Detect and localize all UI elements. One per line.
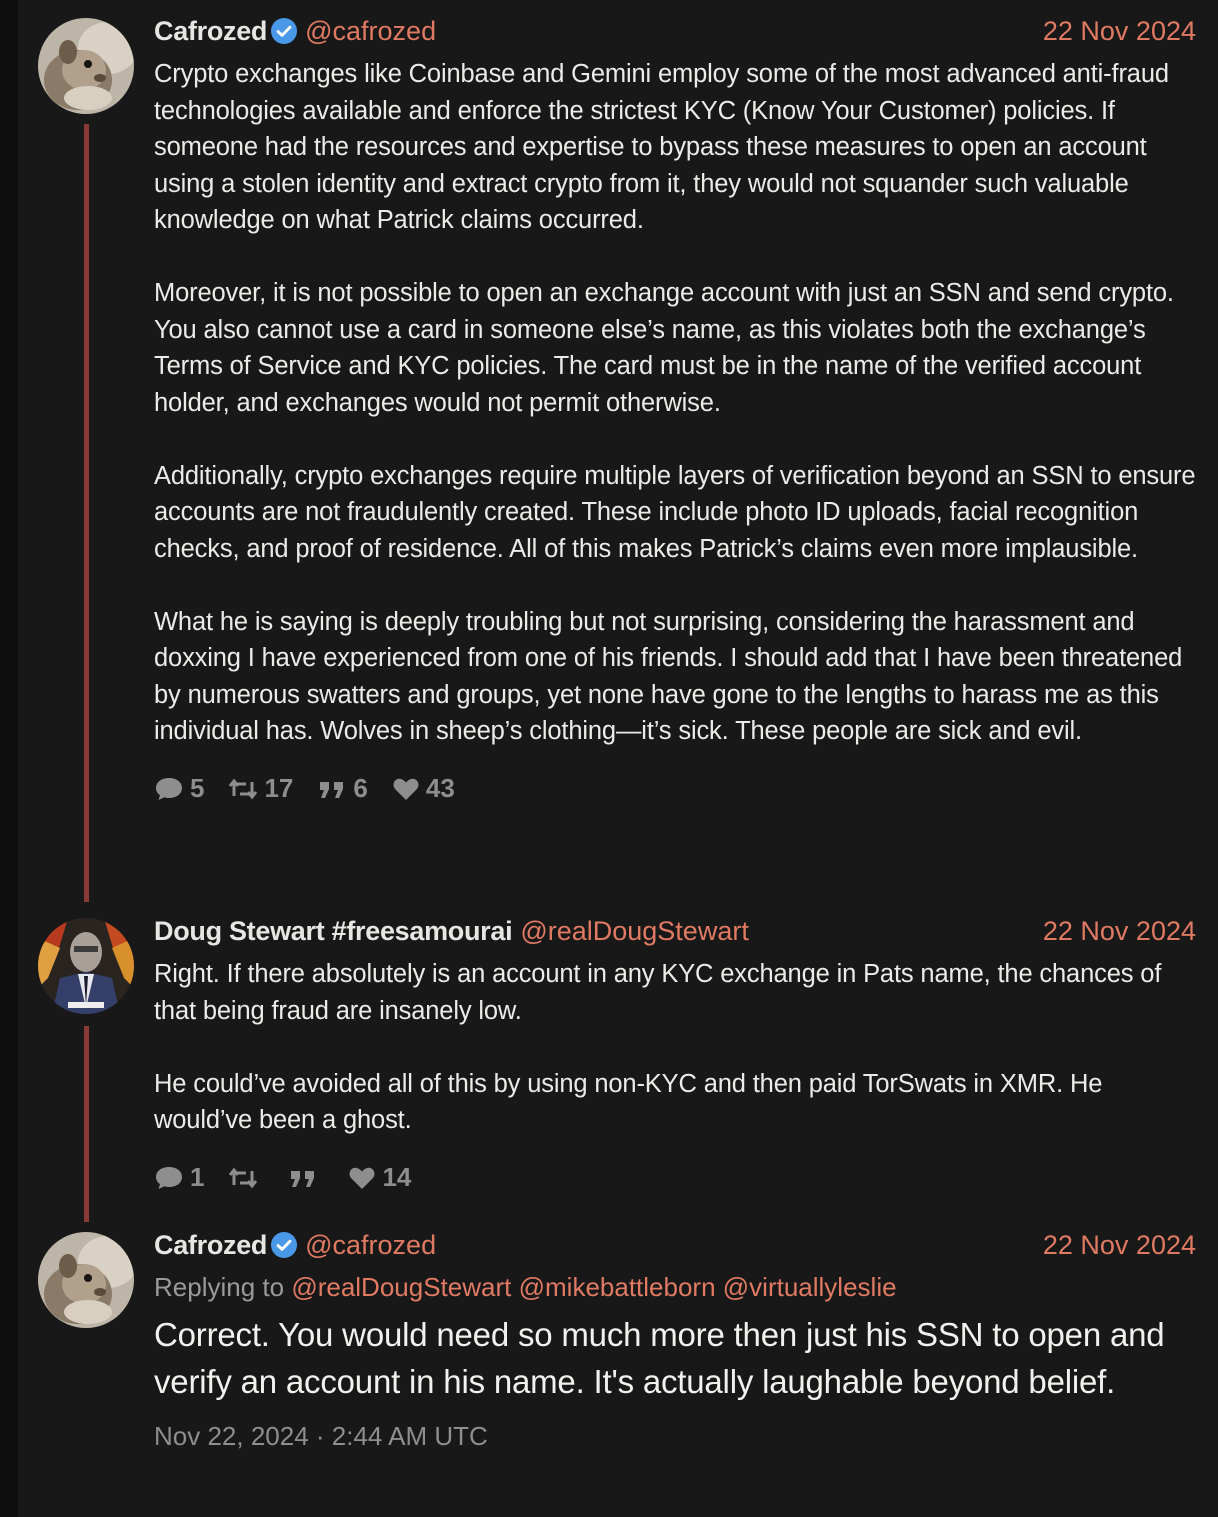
- tweet-body: Crypto exchanges like Coinbase and Gemin…: [154, 56, 1196, 750]
- quote-button[interactable]: [288, 1165, 324, 1191]
- tweet-timestamp[interactable]: Nov 22, 2024 · 2:44 AM UTC: [154, 1421, 1196, 1452]
- heart-icon: [349, 1167, 375, 1189]
- avatar[interactable]: [38, 1232, 134, 1328]
- main-tweet-text: Correct. You would need so much more the…: [154, 1316, 1165, 1400]
- username[interactable]: @cafrozed: [305, 16, 436, 46]
- retweet-button[interactable]: 17: [228, 773, 293, 804]
- username[interactable]: @cafrozed: [305, 1230, 436, 1260]
- retweet-button[interactable]: [228, 1165, 264, 1191]
- verified-badge-icon: [271, 18, 298, 44]
- tweet-paragraph: What he is saying is deeply troubling bu…: [154, 607, 1183, 746]
- mention-link[interactable]: @mikebattleborn: [519, 1272, 716, 1302]
- thread-connector: [84, 124, 89, 902]
- tweet-paragraph: Crypto exchanges like Coinbase and Gemin…: [154, 60, 1169, 234]
- retweet-icon: [229, 1167, 258, 1188]
- avatar[interactable]: [38, 918, 134, 1014]
- mention-link[interactable]: @realDougStewart: [291, 1272, 511, 1302]
- quote-icon: [291, 1170, 315, 1187]
- tweet-date[interactable]: 22 Nov 2024: [1043, 914, 1196, 948]
- tweet-paragraph: He could’ve avoided all of this by using…: [154, 1069, 1103, 1135]
- squirrel-avatar-icon: [38, 1232, 134, 1328]
- username[interactable]: @realDougStewart: [520, 916, 749, 946]
- thread-connector: [84, 1026, 89, 1222]
- thread: Cafrozed @cafrozed 22 Nov 2024 Crypto exc…: [18, 0, 1218, 1517]
- quote-button[interactable]: 6: [317, 773, 368, 804]
- like-count: 14: [382, 1162, 412, 1192]
- squirrel-avatar-icon: [38, 18, 134, 114]
- mention-link[interactable]: @virtuallyleslie: [723, 1272, 897, 1302]
- retweet-count: 17: [264, 773, 294, 803]
- tweet-stats: 1 14: [154, 1161, 1196, 1195]
- display-name[interactable]: Cafrozed: [154, 1230, 267, 1260]
- reply-button[interactable]: 1: [154, 1162, 204, 1193]
- suited-man-avatar-icon: [38, 918, 134, 1014]
- tweet-date[interactable]: 22 Nov 2024: [1043, 1228, 1196, 1262]
- display-name[interactable]: Cafrozed: [154, 16, 267, 46]
- heart-icon: [393, 778, 419, 800]
- tweet-header: Cafrozed @cafrozed 22 Nov 2024: [154, 14, 1196, 48]
- verified-badge-icon: [271, 1232, 298, 1258]
- tweet-body: Right. If there absolutely is an account…: [154, 956, 1196, 1139]
- like-button[interactable]: 43: [392, 773, 455, 804]
- tweet-content: Cafrozed @cafrozed 22 Nov 2024 Crypto exc…: [154, 14, 1196, 806]
- tweet-date[interactable]: 22 Nov 2024: [1043, 14, 1196, 48]
- like-button[interactable]: 14: [348, 1162, 411, 1193]
- tweet-header: Doug Stewart #freesamourai @realDougStewa…: [154, 914, 1196, 948]
- retweet-icon: [229, 778, 258, 799]
- replying-to: Replying to @realDougStewart @mikebattle…: [154, 1270, 1196, 1304]
- tweet-header: Cafrozed @cafrozed 22 Nov 2024: [154, 1228, 1196, 1262]
- speech-bubble-icon: [156, 1166, 182, 1189]
- tweet-content: Doug Stewart #freesamourai @realDougStewa…: [154, 914, 1196, 1195]
- tweet-paragraph: Moreover, it is not possible to open an …: [154, 279, 1174, 417]
- reply-button[interactable]: 5: [154, 773, 204, 804]
- speech-bubble-icon: [156, 777, 182, 800]
- tweet-paragraph: Additionally, crypto exchanges require m…: [154, 461, 1196, 563]
- tweet-stats: 5 17 6 43: [154, 772, 1196, 806]
- reply-count: 1: [190, 1162, 205, 1192]
- tweet-content: Cafrozed @cafrozed 22 Nov 2024 Replying t…: [154, 1228, 1196, 1452]
- quote-icon: [320, 781, 344, 798]
- tweet-paragraph: Right. If there absolutely is an account…: [154, 960, 1162, 1025]
- quote-count: 6: [353, 773, 368, 803]
- like-count: 43: [425, 773, 455, 803]
- replying-label: Replying to: [154, 1272, 285, 1302]
- avatar[interactable]: [38, 18, 134, 114]
- reply-count: 5: [190, 773, 205, 803]
- display-name[interactable]: Doug Stewart #freesamourai: [154, 916, 513, 946]
